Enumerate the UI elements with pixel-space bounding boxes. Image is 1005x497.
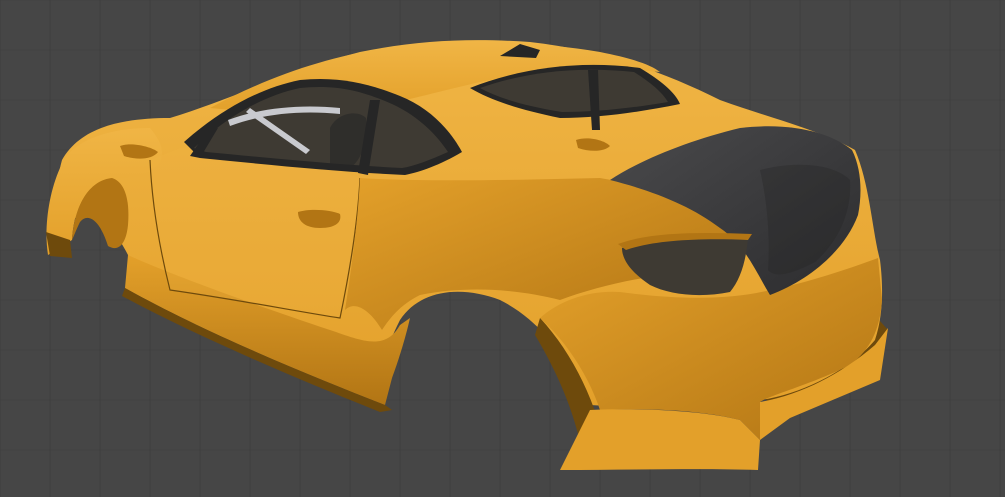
viewport-canvas[interactable] bbox=[0, 0, 1005, 497]
rear-arch-lip bbox=[560, 409, 760, 470]
3d-viewport[interactable] bbox=[0, 0, 1005, 497]
